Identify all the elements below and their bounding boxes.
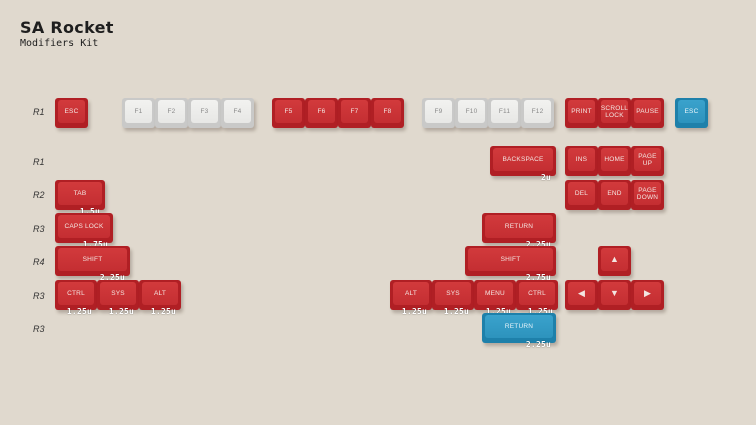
keycap-page-up: PAGE UP bbox=[631, 146, 664, 176]
keycap-right-sys: SYS 1.25u bbox=[432, 280, 474, 316]
size-label: 1.25u bbox=[150, 307, 176, 316]
keycap-arrow-down: ▼ bbox=[598, 280, 631, 310]
keycap-left-sys: SYS 1.25u bbox=[97, 280, 139, 316]
keycap-f5: F5 bbox=[272, 98, 305, 128]
size-label: 1.25u bbox=[108, 307, 134, 316]
row-label: R1 bbox=[33, 157, 45, 167]
row-label: R3 bbox=[33, 224, 45, 234]
keycap-end: END bbox=[598, 180, 631, 210]
keycap-backspace: BACKSPACE 2u bbox=[490, 146, 556, 182]
keycap-right-ctrl: CTRL 1.25u bbox=[516, 280, 558, 316]
keycap-caps-lock: CAPS LOCK 1.75u bbox=[55, 213, 113, 249]
keycap-print: PRINT bbox=[565, 98, 598, 128]
keycap-del: DEL bbox=[565, 180, 598, 210]
keycap-f8: F8 bbox=[371, 98, 404, 128]
row-label: R4 bbox=[33, 257, 45, 267]
keycap-f3: F3 bbox=[188, 98, 221, 128]
keycap-ins: INS bbox=[565, 146, 598, 176]
keycap-left-alt: ALT 1.25u bbox=[139, 280, 181, 316]
size-label: 1.25u bbox=[401, 307, 427, 316]
arrow-right-icon: ▶ bbox=[643, 288, 652, 298]
row-label: R3 bbox=[33, 324, 45, 334]
keycap-right-alt: ALT 1.25u bbox=[390, 280, 432, 316]
keycap-arrow-right: ▶ bbox=[631, 280, 664, 310]
keycap-f9: F9 bbox=[422, 98, 455, 128]
keycap-f11: F11 bbox=[488, 98, 521, 128]
keycap-arrow-up: ▲ bbox=[598, 246, 631, 276]
keycap-esc-blue: ESC bbox=[675, 98, 708, 128]
keycap-f12: F12 bbox=[521, 98, 554, 128]
keycap-tab: TAB 1.5u bbox=[55, 180, 105, 216]
row-label: R3 bbox=[33, 291, 45, 301]
size-label: 1.25u bbox=[443, 307, 469, 316]
page-title: SA Rocket bbox=[20, 18, 114, 37]
keycap-f1: F1 bbox=[122, 98, 155, 128]
keycap-left-ctrl: CTRL 1.25u bbox=[55, 280, 97, 316]
keycap-menu: MENU 1.25u bbox=[474, 280, 516, 316]
size-label: 2.25u bbox=[525, 340, 551, 349]
keycap-return: RETURN 2.25u bbox=[482, 213, 556, 249]
keycap-arrow-left: ◀ bbox=[565, 280, 598, 310]
keycap-return-blue: RETURN 2.25u bbox=[482, 313, 556, 349]
keycap-f6: F6 bbox=[305, 98, 338, 128]
keycap-f2: F2 bbox=[155, 98, 188, 128]
size-label: 1.25u bbox=[66, 307, 92, 316]
page-subtitle: Modifiers Kit bbox=[20, 38, 99, 49]
row-label: R1 bbox=[33, 107, 45, 117]
size-label: 2u bbox=[540, 173, 551, 182]
keycap-page-down: PAGE DOWN bbox=[631, 180, 664, 210]
keycap-right-shift: SHIFT 2.75u bbox=[465, 246, 556, 282]
keycap-f4: F4 bbox=[221, 98, 254, 128]
keycap-f10: F10 bbox=[455, 98, 488, 128]
arrow-down-icon: ▼ bbox=[609, 288, 620, 298]
row-label: R2 bbox=[33, 190, 45, 200]
keycap-scroll-lock: SCROLL LOCK bbox=[598, 98, 631, 128]
keycap-esc: ESC bbox=[55, 98, 88, 128]
arrow-left-icon: ◀ bbox=[577, 288, 586, 298]
keycap-pause: PAUSE bbox=[631, 98, 664, 128]
keycap-home: HOME bbox=[598, 146, 631, 176]
keycap-f7: F7 bbox=[338, 98, 371, 128]
arrow-up-icon: ▲ bbox=[609, 254, 620, 264]
keycap-left-shift: SHIFT 2.25u bbox=[55, 246, 130, 282]
